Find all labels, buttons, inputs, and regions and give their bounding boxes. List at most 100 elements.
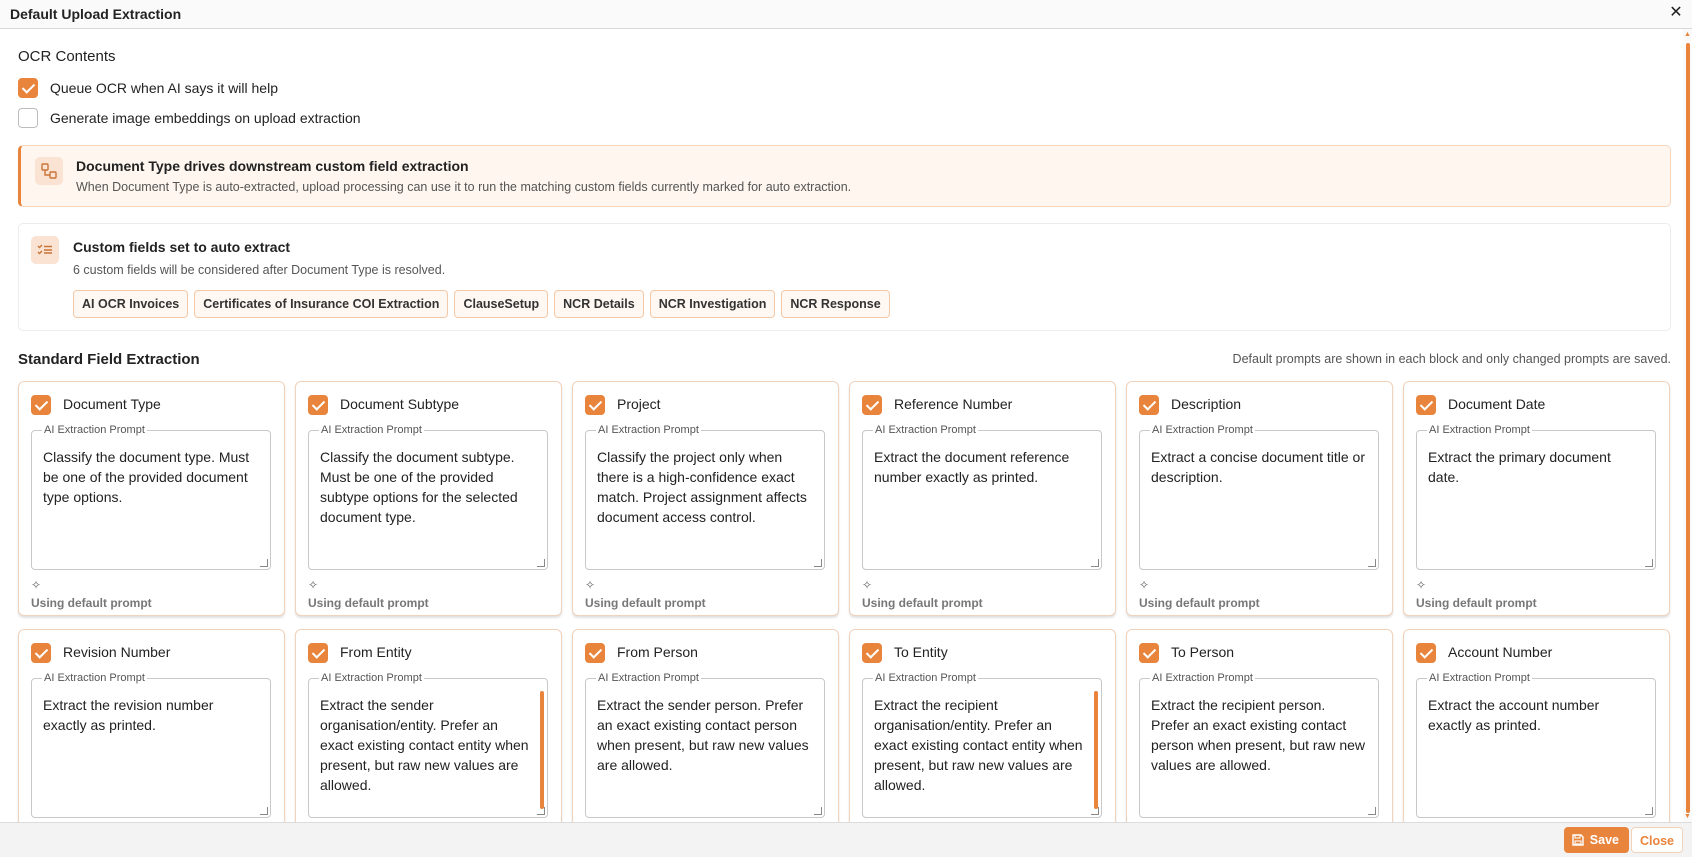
prompt-text: Extract the sender organisation/entity. …: [320, 697, 529, 793]
default-prompt-status: Using default prompt: [31, 596, 152, 610]
field-checkbox[interactable]: [1139, 395, 1159, 415]
save-button[interactable]: Save: [1563, 827, 1629, 853]
resize-handle-icon[interactable]: [537, 807, 545, 815]
field-card-document-date: Document Date AI Extraction Prompt Extra…: [1403, 381, 1670, 616]
sparkle-icon: ✧: [585, 578, 596, 592]
banner-heading: Document Type drives downstream custom f…: [76, 158, 469, 174]
field-card-to-entity: To Entity AI Extraction Prompt Extract t…: [849, 629, 1116, 822]
field-checkbox[interactable]: [1416, 395, 1436, 415]
sparkle-icon: ✧: [308, 578, 319, 592]
chip-coi-extraction[interactable]: Certificates of Insurance COI Extraction: [194, 290, 449, 318]
field-name: From Entity: [340, 644, 412, 660]
resize-handle-icon[interactable]: [1645, 559, 1653, 567]
prompt-text: Extract the primary document date.: [1428, 449, 1611, 485]
prompt-label: AI Extraction Prompt: [596, 672, 701, 684]
field-checkbox[interactable]: [308, 643, 328, 663]
field-checkbox[interactable]: [585, 643, 605, 663]
dialog-content[interactable]: OCR Contents Queue OCR when AI says it w…: [0, 29, 1692, 822]
field-name: Account Number: [1448, 644, 1553, 660]
chip-ncr-details[interactable]: NCR Details: [554, 290, 644, 318]
document-type-banner: Document Type drives downstream custom f…: [18, 145, 1671, 207]
scroll-up-icon[interactable]: ▲: [1684, 31, 1691, 38]
prompt-textarea[interactable]: AI Extraction Prompt Extract the documen…: [862, 424, 1102, 570]
field-checkbox[interactable]: [31, 643, 51, 663]
chip-ncr-investigation[interactable]: NCR Investigation: [649, 290, 776, 318]
field-card-from-person: From Person AI Extraction Prompt Extract…: [572, 629, 839, 822]
prompt-textarea[interactable]: AI Extraction Prompt Extract the revisio…: [31, 672, 271, 818]
field-checkbox[interactable]: [31, 395, 51, 415]
title-bar: Default Upload Extraction ✕: [0, 0, 1692, 29]
prompt-textarea[interactable]: AI Extraction Prompt Classify the docume…: [31, 424, 271, 570]
field-name: From Person: [617, 644, 698, 660]
field-card-document-type: Document Type AI Extraction Prompt Class…: [18, 381, 285, 616]
prompt-text: Classify the project only when there is …: [597, 449, 807, 525]
prompt-text: Extract the document reference number ex…: [874, 449, 1070, 485]
prompt-label: AI Extraction Prompt: [42, 672, 147, 684]
prompt-textarea[interactable]: AI Extraction Prompt Extract a concise d…: [1139, 424, 1379, 570]
close-icon[interactable]: ✕: [1666, 3, 1686, 23]
image-embeddings-checkbox[interactable]: [18, 108, 38, 128]
field-checkbox[interactable]: [308, 395, 328, 415]
default-prompt-status: Using default prompt: [862, 596, 983, 610]
close-button[interactable]: Close: [1630, 827, 1683, 853]
resize-handle-icon[interactable]: [1368, 559, 1376, 567]
field-name: Document Date: [1448, 396, 1546, 412]
resize-handle-icon[interactable]: [1091, 559, 1099, 567]
field-checkbox[interactable]: [1416, 643, 1436, 663]
sparkle-icon: ✧: [31, 578, 42, 592]
field-card-revision-number: Revision Number AI Extraction Prompt Ext…: [18, 629, 285, 822]
queue-ocr-label: Queue OCR when AI says it will help: [50, 80, 278, 96]
resize-handle-icon[interactable]: [1368, 807, 1376, 815]
resize-handle-icon[interactable]: [814, 559, 822, 567]
standard-section-title: Standard Field Extraction: [18, 351, 200, 368]
prompt-textarea[interactable]: AI Extraction Prompt Extract the recipie…: [1139, 672, 1379, 818]
banner-text: When Document Type is auto-extracted, up…: [76, 180, 852, 194]
field-name: Reference Number: [894, 396, 1013, 412]
field-checkbox[interactable]: [862, 395, 882, 415]
field-name: Project: [617, 396, 661, 412]
field-checkbox[interactable]: [585, 395, 605, 415]
textarea-scrollbar[interactable]: [540, 691, 544, 809]
save-icon: [1572, 834, 1584, 846]
field-card-reference-number: Reference Number AI Extraction Prompt Ex…: [849, 381, 1116, 616]
prompt-textarea[interactable]: AI Extraction Prompt Classify the docume…: [308, 424, 548, 570]
prompt-textarea[interactable]: AI Extraction Prompt Classify the projec…: [585, 424, 825, 570]
checklist-icon: [31, 236, 59, 264]
field-checkbox[interactable]: [1139, 643, 1159, 663]
prompt-text: Extract the account number exactly as pr…: [1428, 697, 1600, 733]
prompt-textarea[interactable]: AI Extraction Prompt Extract the account…: [1416, 672, 1656, 818]
prompt-textarea[interactable]: AI Extraction Prompt Extract the recipie…: [862, 672, 1102, 818]
queue-ocr-checkbox[interactable]: [18, 78, 38, 98]
scroll-down-icon[interactable]: ▼: [1684, 813, 1691, 820]
chip-ncr-response[interactable]: NCR Response: [781, 290, 890, 318]
prompt-text: Classify the document type. Must be one …: [43, 449, 250, 505]
scrollbar-thumb[interactable]: [1686, 43, 1690, 813]
field-name: Revision Number: [63, 644, 171, 660]
default-prompt-status: Using default prompt: [1416, 596, 1537, 610]
field-name: To Person: [1171, 644, 1235, 660]
flow-icon: [35, 157, 63, 185]
sparkle-icon: ✧: [1139, 578, 1150, 592]
image-embeddings-label: Generate image embeddings on upload extr…: [50, 110, 361, 126]
field-name: To Entity: [894, 644, 948, 660]
chip-ai-ocr-invoices[interactable]: AI OCR Invoices: [73, 290, 189, 318]
chip-clausesetup[interactable]: ClauseSetup: [454, 290, 549, 318]
resize-handle-icon[interactable]: [260, 559, 268, 567]
default-prompt-status: Using default prompt: [308, 596, 429, 610]
prompt-label: AI Extraction Prompt: [596, 424, 701, 436]
custom-fields-panel: Custom fields set to auto extract 6 cust…: [18, 223, 1671, 331]
resize-handle-icon[interactable]: [1091, 807, 1099, 815]
field-checkbox[interactable]: [862, 643, 882, 663]
content-scrollbar[interactable]: ▲ ▼: [1683, 29, 1692, 822]
prompt-textarea[interactable]: AI Extraction Prompt Extract the sender …: [585, 672, 825, 818]
resize-handle-icon[interactable]: [1645, 807, 1653, 815]
prompt-label: AI Extraction Prompt: [319, 424, 424, 436]
prompt-textarea[interactable]: AI Extraction Prompt Extract the sender …: [308, 672, 548, 818]
prompt-textarea[interactable]: AI Extraction Prompt Extract the primary…: [1416, 424, 1656, 570]
resize-handle-icon[interactable]: [537, 559, 545, 567]
field-card-project: Project AI Extraction Prompt Classify th…: [572, 381, 839, 616]
resize-handle-icon[interactable]: [260, 807, 268, 815]
textarea-scrollbar[interactable]: [1094, 691, 1098, 809]
resize-handle-icon[interactable]: [814, 807, 822, 815]
prompt-text: Extract the recipient organisation/entit…: [874, 697, 1083, 793]
